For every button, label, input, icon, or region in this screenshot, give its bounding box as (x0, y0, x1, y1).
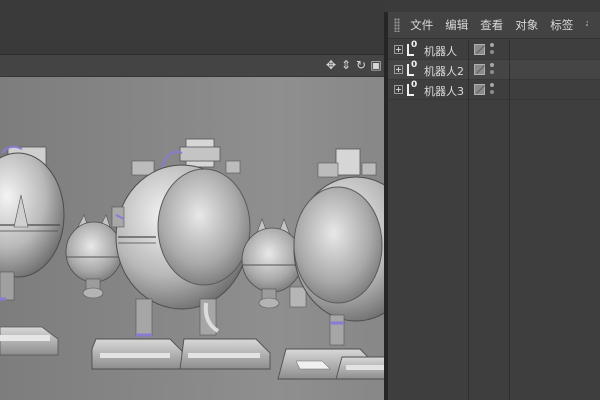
layer-toggle-icon[interactable] (474, 64, 485, 75)
menu-view[interactable]: 查看 (480, 17, 503, 33)
robot-left (0, 145, 65, 356)
menu-bookmarks[interactable]: 书 (585, 17, 588, 33)
expand-icon[interactable] (394, 85, 403, 94)
visibility-dots-icon[interactable] (490, 43, 495, 57)
object-name[interactable]: 机器人 (424, 43, 457, 59)
top-toolbar-strip (0, 0, 385, 55)
expand-icon[interactable] (394, 45, 403, 54)
layer-toggle-icon[interactable] (474, 84, 485, 95)
visibility-dots-icon[interactable] (490, 83, 495, 97)
expand-icon[interactable] (394, 65, 403, 74)
rotate-view-icon[interactable]: ↻ (355, 58, 367, 72)
zoom-view-icon[interactable]: ⇕ (340, 58, 352, 72)
object-row[interactable]: 0 机器人2 (388, 60, 600, 80)
move-view-icon[interactable]: ✥ (325, 58, 337, 72)
robot-scene-render (0, 138, 386, 380)
menu-edit[interactable]: 编辑 (445, 17, 468, 33)
null-object-icon: 0 (406, 80, 420, 97)
column-divider[interactable] (468, 40, 469, 400)
menu-object[interactable]: 对象 (515, 17, 538, 33)
viewport-canvas[interactable] (0, 77, 386, 400)
object-list[interactable]: 0 机器人 0 机器人2 0 机器人3 (388, 40, 600, 100)
3d-viewport[interactable]: ✥ ⇕ ↻ ▣ (0, 55, 386, 400)
null-object-icon: 0 (406, 40, 420, 57)
null-object-icon: 0 (406, 60, 420, 77)
column-divider[interactable] (509, 40, 510, 400)
menu-file[interactable]: 文件 (410, 17, 433, 33)
visibility-dots-icon[interactable] (490, 63, 495, 77)
object-manager-panel: 文件 编辑 查看 对象 标签 书 0 机器人 0 机器人2 0 机器人3 (388, 12, 600, 400)
object-name[interactable]: 机器人2 (424, 63, 464, 79)
viewport-header: ✥ ⇕ ↻ ▣ (0, 55, 386, 77)
layer-toggle-icon[interactable] (474, 44, 485, 55)
object-row[interactable]: 0 机器人 (388, 40, 600, 60)
object-row[interactable]: 0 机器人3 (388, 80, 600, 100)
robot-small-1 (65, 214, 123, 299)
toggle-view-icon[interactable]: ▣ (370, 58, 382, 72)
object-manager-menubar: 文件 编辑 查看 对象 标签 书 (388, 12, 600, 39)
menu-tags[interactable]: 标签 (550, 17, 573, 33)
object-name[interactable]: 机器人3 (424, 83, 464, 99)
panel-grip-icon[interactable] (394, 18, 401, 32)
